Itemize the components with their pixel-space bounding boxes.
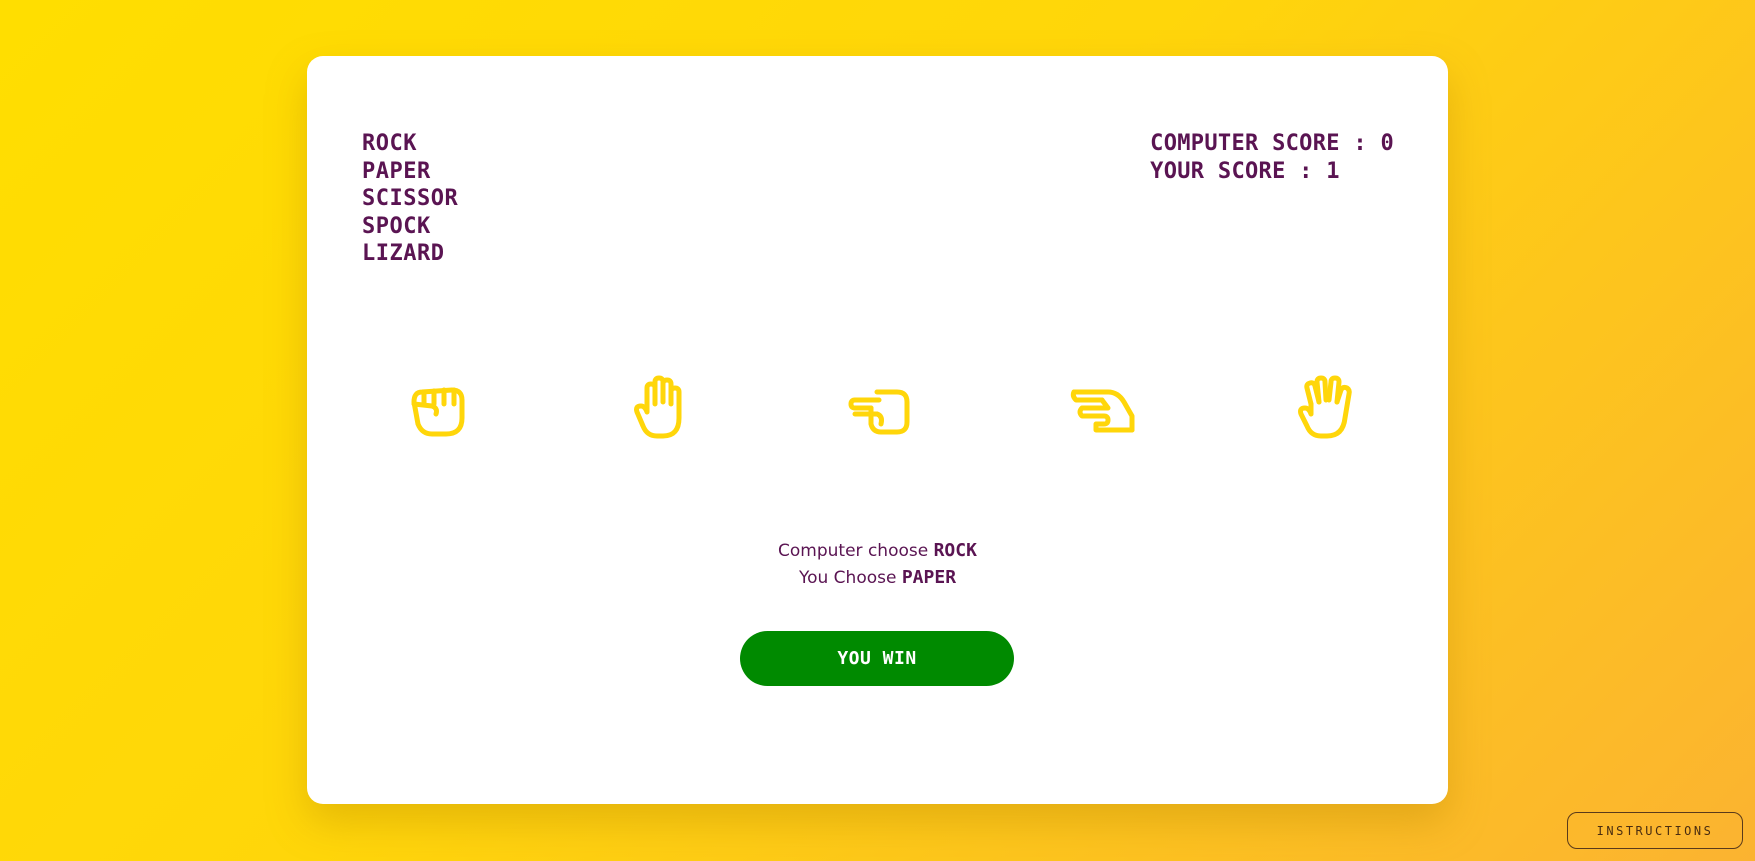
choice-label-scissor: SCISSOR <box>362 186 459 211</box>
spock-hand-icon <box>1298 375 1352 439</box>
outcome-badge: YOU WIN <box>740 631 1014 686</box>
computer-choice-value: ROCK <box>933 540 977 561</box>
computer-choice-prefix: Computer choose <box>778 541 929 561</box>
choice-label-paper: PAPER <box>362 158 431 184</box>
computer-score-value: 0 <box>1380 131 1394 156</box>
rock-button[interactable] <box>404 374 476 446</box>
paper-button[interactable] <box>625 374 697 446</box>
choice-label-lizard: LIZARD <box>362 241 445 266</box>
game-card: ROCK PAPER SCISSOR SPOCK LIZARD COMPUTER… <box>307 56 1448 804</box>
scissor-button[interactable] <box>847 374 919 446</box>
lizard-button[interactable] <box>1068 374 1140 446</box>
scoreboard: COMPUTER SCORE : 0 YOUR SCORE : 1 <box>1150 130 1394 185</box>
lizard-hand-icon <box>1070 389 1135 433</box>
user-choice-text: You Choose PAPER <box>307 564 1448 592</box>
choice-label-spock: SPOCK <box>362 213 431 239</box>
user-score-label: YOUR SCORE : <box>1150 158 1313 184</box>
choices-list: ROCK PAPER SCISSOR SPOCK LIZARD <box>362 130 458 268</box>
user-choice-prefix: You Choose <box>798 568 897 588</box>
instructions-button[interactable]: INSTRUCTIONS <box>1567 812 1743 849</box>
choice-label-rock: ROCK <box>362 131 417 156</box>
computer-choice-text: Computer choose ROCK <box>307 537 1448 565</box>
scissors-hand-icon <box>848 389 910 435</box>
open-hand-icon <box>634 375 682 439</box>
user-score-value: 1 <box>1326 158 1340 184</box>
spock-button[interactable] <box>1289 374 1361 446</box>
computer-score: COMPUTER SCORE : 0 <box>1150 130 1394 158</box>
hand-options <box>307 374 1448 454</box>
user-choice-value: PAPER <box>901 567 957 588</box>
computer-score-label: COMPUTER SCORE : <box>1150 131 1367 156</box>
fist-icon <box>411 387 465 437</box>
user-score: YOUR SCORE : 1 <box>1150 158 1394 186</box>
